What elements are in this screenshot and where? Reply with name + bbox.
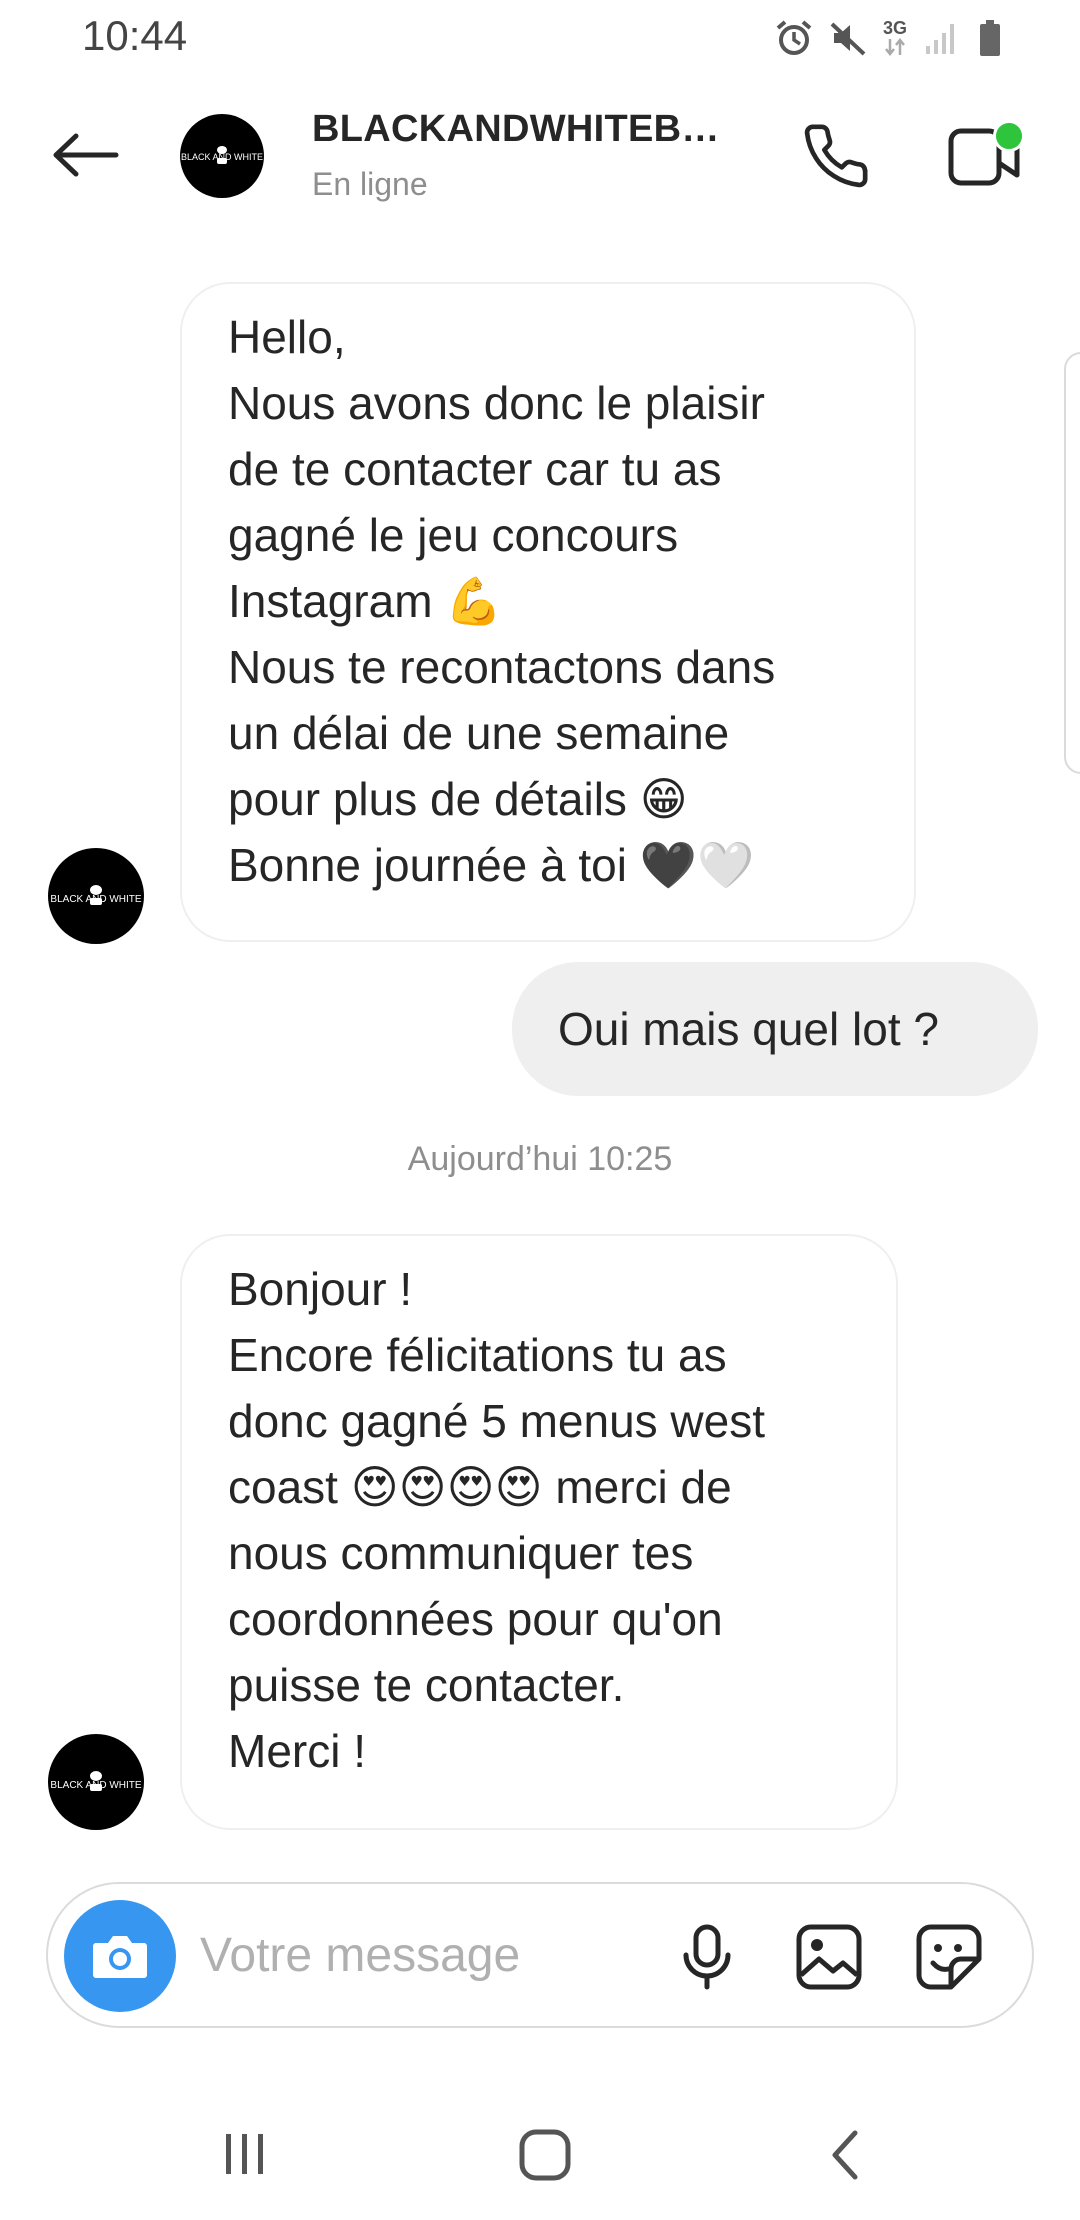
message-bubble-sent[interactable]: Oui mais quel lot ? (512, 962, 1038, 1096)
message-line: Bonjour ! (228, 1263, 413, 1315)
voice-message-button[interactable] (664, 1914, 750, 2000)
system-navigation-bar (0, 2080, 1080, 2220)
message-line: un délai de une semaine (228, 707, 730, 759)
message-line: gagné le jeu concours (228, 509, 679, 561)
message-line: nous communiquer tes (228, 1527, 694, 1579)
header-avatar[interactable]: BLACK AND WHITE (180, 114, 264, 198)
camera-button[interactable] (64, 1900, 176, 2012)
status-bar: 10:44 3G (0, 0, 1080, 80)
avatar: BLACK AND WHITE (48, 1734, 144, 1830)
camera-icon (93, 1936, 147, 1978)
sticker-icon (916, 1924, 982, 1990)
home-icon (519, 2129, 571, 2181)
avatar-label: BLACK AND WHITE (50, 1780, 141, 1791)
chat-header: BLACK AND WHITE BLACKANDWHITEB… En ligne (0, 90, 1080, 220)
online-indicator (993, 120, 1025, 152)
avatar-label: BLACK AND WHITE (50, 894, 141, 905)
message-bubble-received[interactable]: Bonjour ! Encore félicitations tu as don… (180, 1234, 898, 1830)
avatar: BLACK AND WHITE (48, 848, 144, 944)
message-input[interactable] (200, 1922, 520, 1988)
call-button[interactable] (796, 116, 876, 196)
system-back-button[interactable] (800, 2120, 890, 2190)
message-line: coordonnées pour qu'on (228, 1593, 723, 1645)
message-line: Instagram 💪 (228, 575, 503, 627)
back-button[interactable] (40, 120, 130, 190)
message-bubble-received[interactable]: Hello, Nous avons donc le plaisir de te … (180, 282, 916, 942)
brand-logo: BLACK AND WHITE (50, 885, 142, 905)
phone-icon (804, 124, 868, 188)
contact-avatar[interactable]: BLACK AND WHITE (48, 848, 144, 944)
network-label: 3G (882, 18, 907, 38)
message-text: Oui mais quel lot ? (558, 1003, 939, 1055)
message-line: Nous te recontactons dans (228, 641, 776, 693)
sticker-button[interactable] (906, 1914, 992, 2000)
back-arrow-icon (53, 133, 119, 177)
message-line: donc gagné 5 menus west (228, 1395, 766, 1447)
message-line: Nous avons donc le plaisir (228, 377, 765, 429)
message-composer (46, 1882, 1034, 2028)
message-line: Encore félicitations tu as (228, 1329, 727, 1381)
message-line: Bonne journée à toi 🖤🤍 (228, 839, 755, 891)
message-line: Hello, (228, 311, 346, 363)
microphone-icon (683, 1924, 731, 1990)
mute-icon (828, 18, 868, 58)
status-icons: 3G (774, 14, 1004, 62)
back-icon (832, 2130, 858, 2180)
scroll-edge-panel[interactable] (1064, 352, 1080, 774)
avatar: BLACK AND WHITE (180, 114, 264, 198)
network-3g-icon: 3G (882, 19, 908, 57)
brand-logo: BLACK AND WHITE (50, 1771, 142, 1791)
home-button[interactable] (500, 2120, 590, 2190)
message-line: Merci ! (228, 1725, 366, 1777)
signal-icon (922, 18, 962, 58)
gallery-button[interactable] (786, 1914, 872, 2000)
battery-icon (976, 18, 1004, 58)
message-line: de te contacter car tu as (228, 443, 722, 495)
message-timestamp: Aujourd’hui 10:25 (407, 1140, 673, 1178)
contact-status: En ligne (312, 166, 428, 202)
alarm-icon (774, 18, 814, 58)
contact-name[interactable]: BLACKANDWHITEB… (312, 108, 732, 151)
recents-icon (226, 2134, 263, 2174)
message-line: coast 😍😍😍😍 merci de (228, 1461, 732, 1513)
brand-logo: BLACK AND WHITE (181, 146, 263, 164)
message-line: pour plus de détails 😁 (228, 773, 688, 825)
recents-button[interactable] (200, 2124, 290, 2184)
gallery-icon (796, 1924, 862, 1990)
message-line: puisse te contacter. (228, 1659, 625, 1711)
status-time: 10:44 (82, 12, 188, 59)
contact-avatar[interactable]: BLACK AND WHITE (48, 1734, 144, 1830)
